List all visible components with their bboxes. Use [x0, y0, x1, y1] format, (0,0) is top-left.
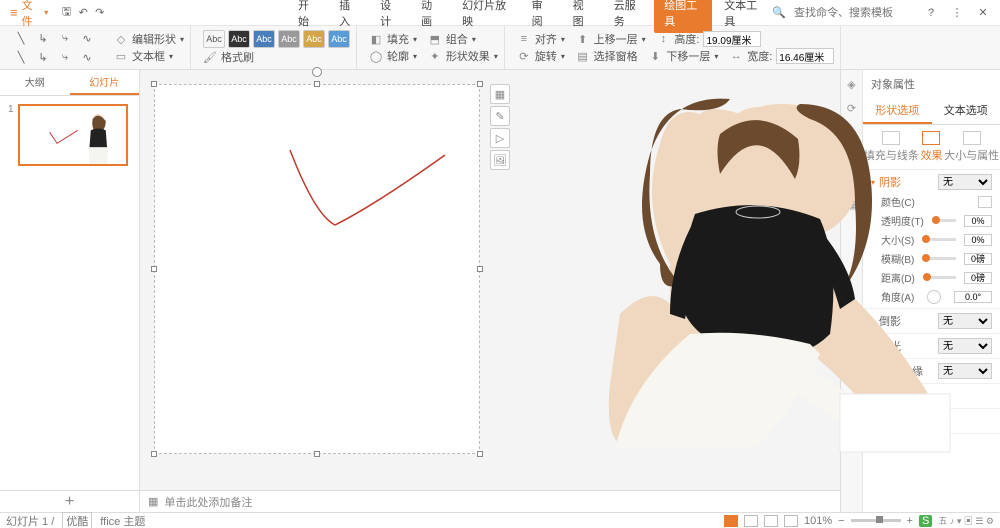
ft-picture-icon[interactable]: 🖼	[490, 150, 510, 170]
style-2[interactable]: Abc	[228, 30, 250, 48]
search-input[interactable]	[794, 7, 914, 19]
resize-handle[interactable]	[151, 81, 157, 87]
view-reading-icon[interactable]	[764, 515, 778, 527]
style-1[interactable]: Abc	[203, 30, 225, 48]
width-input[interactable]	[776, 48, 834, 64]
up-icon: ⬆	[576, 32, 590, 46]
line-tool-2[interactable]: ↳	[34, 29, 52, 47]
rotate-icon: ⟳	[517, 49, 531, 63]
style-3[interactable]: Abc	[253, 30, 275, 48]
select-pane-btn[interactable]: 选择窗格	[594, 48, 638, 64]
down-icon: ⬇	[648, 49, 662, 63]
textbox-btn[interactable]: 文本框	[132, 48, 165, 64]
view-sorter-icon[interactable]	[744, 515, 758, 527]
title-bar: 文件▾ 🖫 ↶ ↷ 开始插入设计动画幻灯片放映审阅视图云服务绘图工具文本工具 🔍…	[0, 0, 1000, 26]
edit-shape-btn[interactable]: 编辑形状	[132, 31, 176, 47]
editor-area: ▦ ✎ ▷ 🖼 ▦单击此处添加备注	[140, 70, 840, 512]
style-6[interactable]: Abc	[328, 30, 350, 48]
format-painter[interactable]: 格式刷	[221, 49, 254, 65]
redo-icon[interactable]: ↷	[91, 4, 108, 22]
width-icon: ↔	[729, 49, 743, 63]
dist-slider[interactable]	[923, 276, 956, 279]
edit-shape-icon: ◇	[114, 32, 128, 46]
resize-handle[interactable]	[151, 451, 157, 457]
selected-shape[interactable]	[154, 84, 480, 454]
color-swatch[interactable]	[978, 196, 992, 208]
file-menu[interactable]: 文件▾	[0, 0, 58, 25]
tab-outline[interactable]: 大纲	[0, 70, 70, 95]
resize-handle[interactable]	[314, 81, 320, 87]
shape-fx-btn[interactable]: 形状效果	[446, 48, 490, 64]
ime-text: 五 ♪ ▾ ▣ ☰ ⚙	[938, 514, 994, 527]
blur-slider[interactable]	[922, 257, 956, 260]
zoom-in-icon[interactable]: +	[907, 515, 913, 527]
textbox-icon: ▭	[114, 49, 128, 63]
slide-thumb-1[interactable]: 1	[8, 104, 131, 166]
combine-icon: ⬒	[428, 32, 442, 46]
ime-badge: S	[919, 515, 932, 527]
resize-handle[interactable]	[477, 266, 483, 272]
close-icon[interactable]: ✕	[974, 4, 992, 22]
select-pane-icon: ▤	[576, 49, 590, 63]
more-icon[interactable]: ⋮	[948, 4, 966, 22]
outline-btn[interactable]: 轮廓	[387, 48, 409, 64]
line-tool-8[interactable]: ∿	[78, 48, 96, 66]
floating-toolbar: ▦ ✎ ▷ 🖼	[490, 84, 510, 170]
format-painter-icon: 🖌	[203, 50, 217, 64]
notes-area[interactable]: ▦单击此处添加备注	[140, 490, 840, 512]
trans-slider[interactable]	[932, 219, 956, 222]
rotate-handle[interactable]	[312, 67, 322, 77]
status-bar: 幻灯片 1 / 优酷 ffice 主题 101% − + S 五 ♪ ▾ ▣ ☰…	[0, 512, 1000, 528]
view-normal-icon[interactable]	[724, 515, 738, 527]
height-icon: ↕	[656, 32, 670, 46]
style-4[interactable]: Abc	[278, 30, 300, 48]
view-show-icon[interactable]	[784, 515, 798, 527]
line-tool-4[interactable]: ∿	[78, 29, 96, 47]
model-photo	[520, 84, 970, 454]
tab-slides[interactable]: 幻灯片	[70, 70, 140, 95]
zoom-value[interactable]: 101%	[804, 515, 832, 527]
scribble-path	[285, 145, 455, 245]
line-tool-1[interactable]: ╲	[12, 29, 30, 47]
fx-icon: ✦	[428, 49, 442, 63]
fill-btn[interactable]: 填充	[387, 31, 409, 47]
zoom-out-icon[interactable]: −	[838, 515, 844, 527]
size-slider[interactable]	[922, 238, 956, 241]
undo-icon[interactable]: ↶	[75, 4, 92, 22]
zoom-slider[interactable]	[851, 519, 901, 522]
help-icon[interactable]: ?	[922, 4, 940, 22]
slide-panel: 大纲 幻灯片 1 +	[0, 70, 140, 512]
line-tool-7[interactable]: ⤷	[56, 48, 74, 66]
outline-icon: ◯	[369, 49, 383, 63]
align-btn[interactable]: 对齐	[535, 31, 557, 47]
ft-edit-icon[interactable]: ✎	[490, 106, 510, 126]
line-tool-5[interactable]: ╲	[12, 48, 30, 66]
fill-icon: ◧	[369, 32, 383, 46]
resize-handle[interactable]	[477, 81, 483, 87]
resize-handle[interactable]	[151, 266, 157, 272]
style-5[interactable]: Abc	[303, 30, 325, 48]
ft-layout-icon[interactable]: ▦	[490, 84, 510, 104]
save-icon[interactable]: 🖫	[58, 4, 75, 22]
resize-handle[interactable]	[314, 451, 320, 457]
line-tool-6[interactable]: ↳	[34, 48, 52, 66]
line-tool-3[interactable]: ⤷	[56, 29, 74, 47]
resize-handle[interactable]	[477, 451, 483, 457]
down-btn[interactable]: 下移一层	[666, 48, 710, 64]
ribbon: ╲ ↳ ⤷ ∿ ╲ ↳ ⤷ ∿ ◇编辑形状▾ ▭文本框▾ Abc Abc Abc…	[0, 26, 1000, 70]
combine-btn[interactable]: 组合	[446, 31, 468, 47]
align-icon: ≡	[517, 32, 531, 46]
rotate-btn[interactable]: 旋转	[535, 48, 557, 64]
up-btn[interactable]: 上移一层	[594, 31, 638, 47]
ft-play-icon[interactable]: ▷	[490, 128, 510, 148]
add-slide-btn[interactable]: +	[0, 490, 139, 512]
slide-indicator: 幻灯片 1 /	[6, 513, 54, 528]
height-input[interactable]	[703, 31, 761, 47]
